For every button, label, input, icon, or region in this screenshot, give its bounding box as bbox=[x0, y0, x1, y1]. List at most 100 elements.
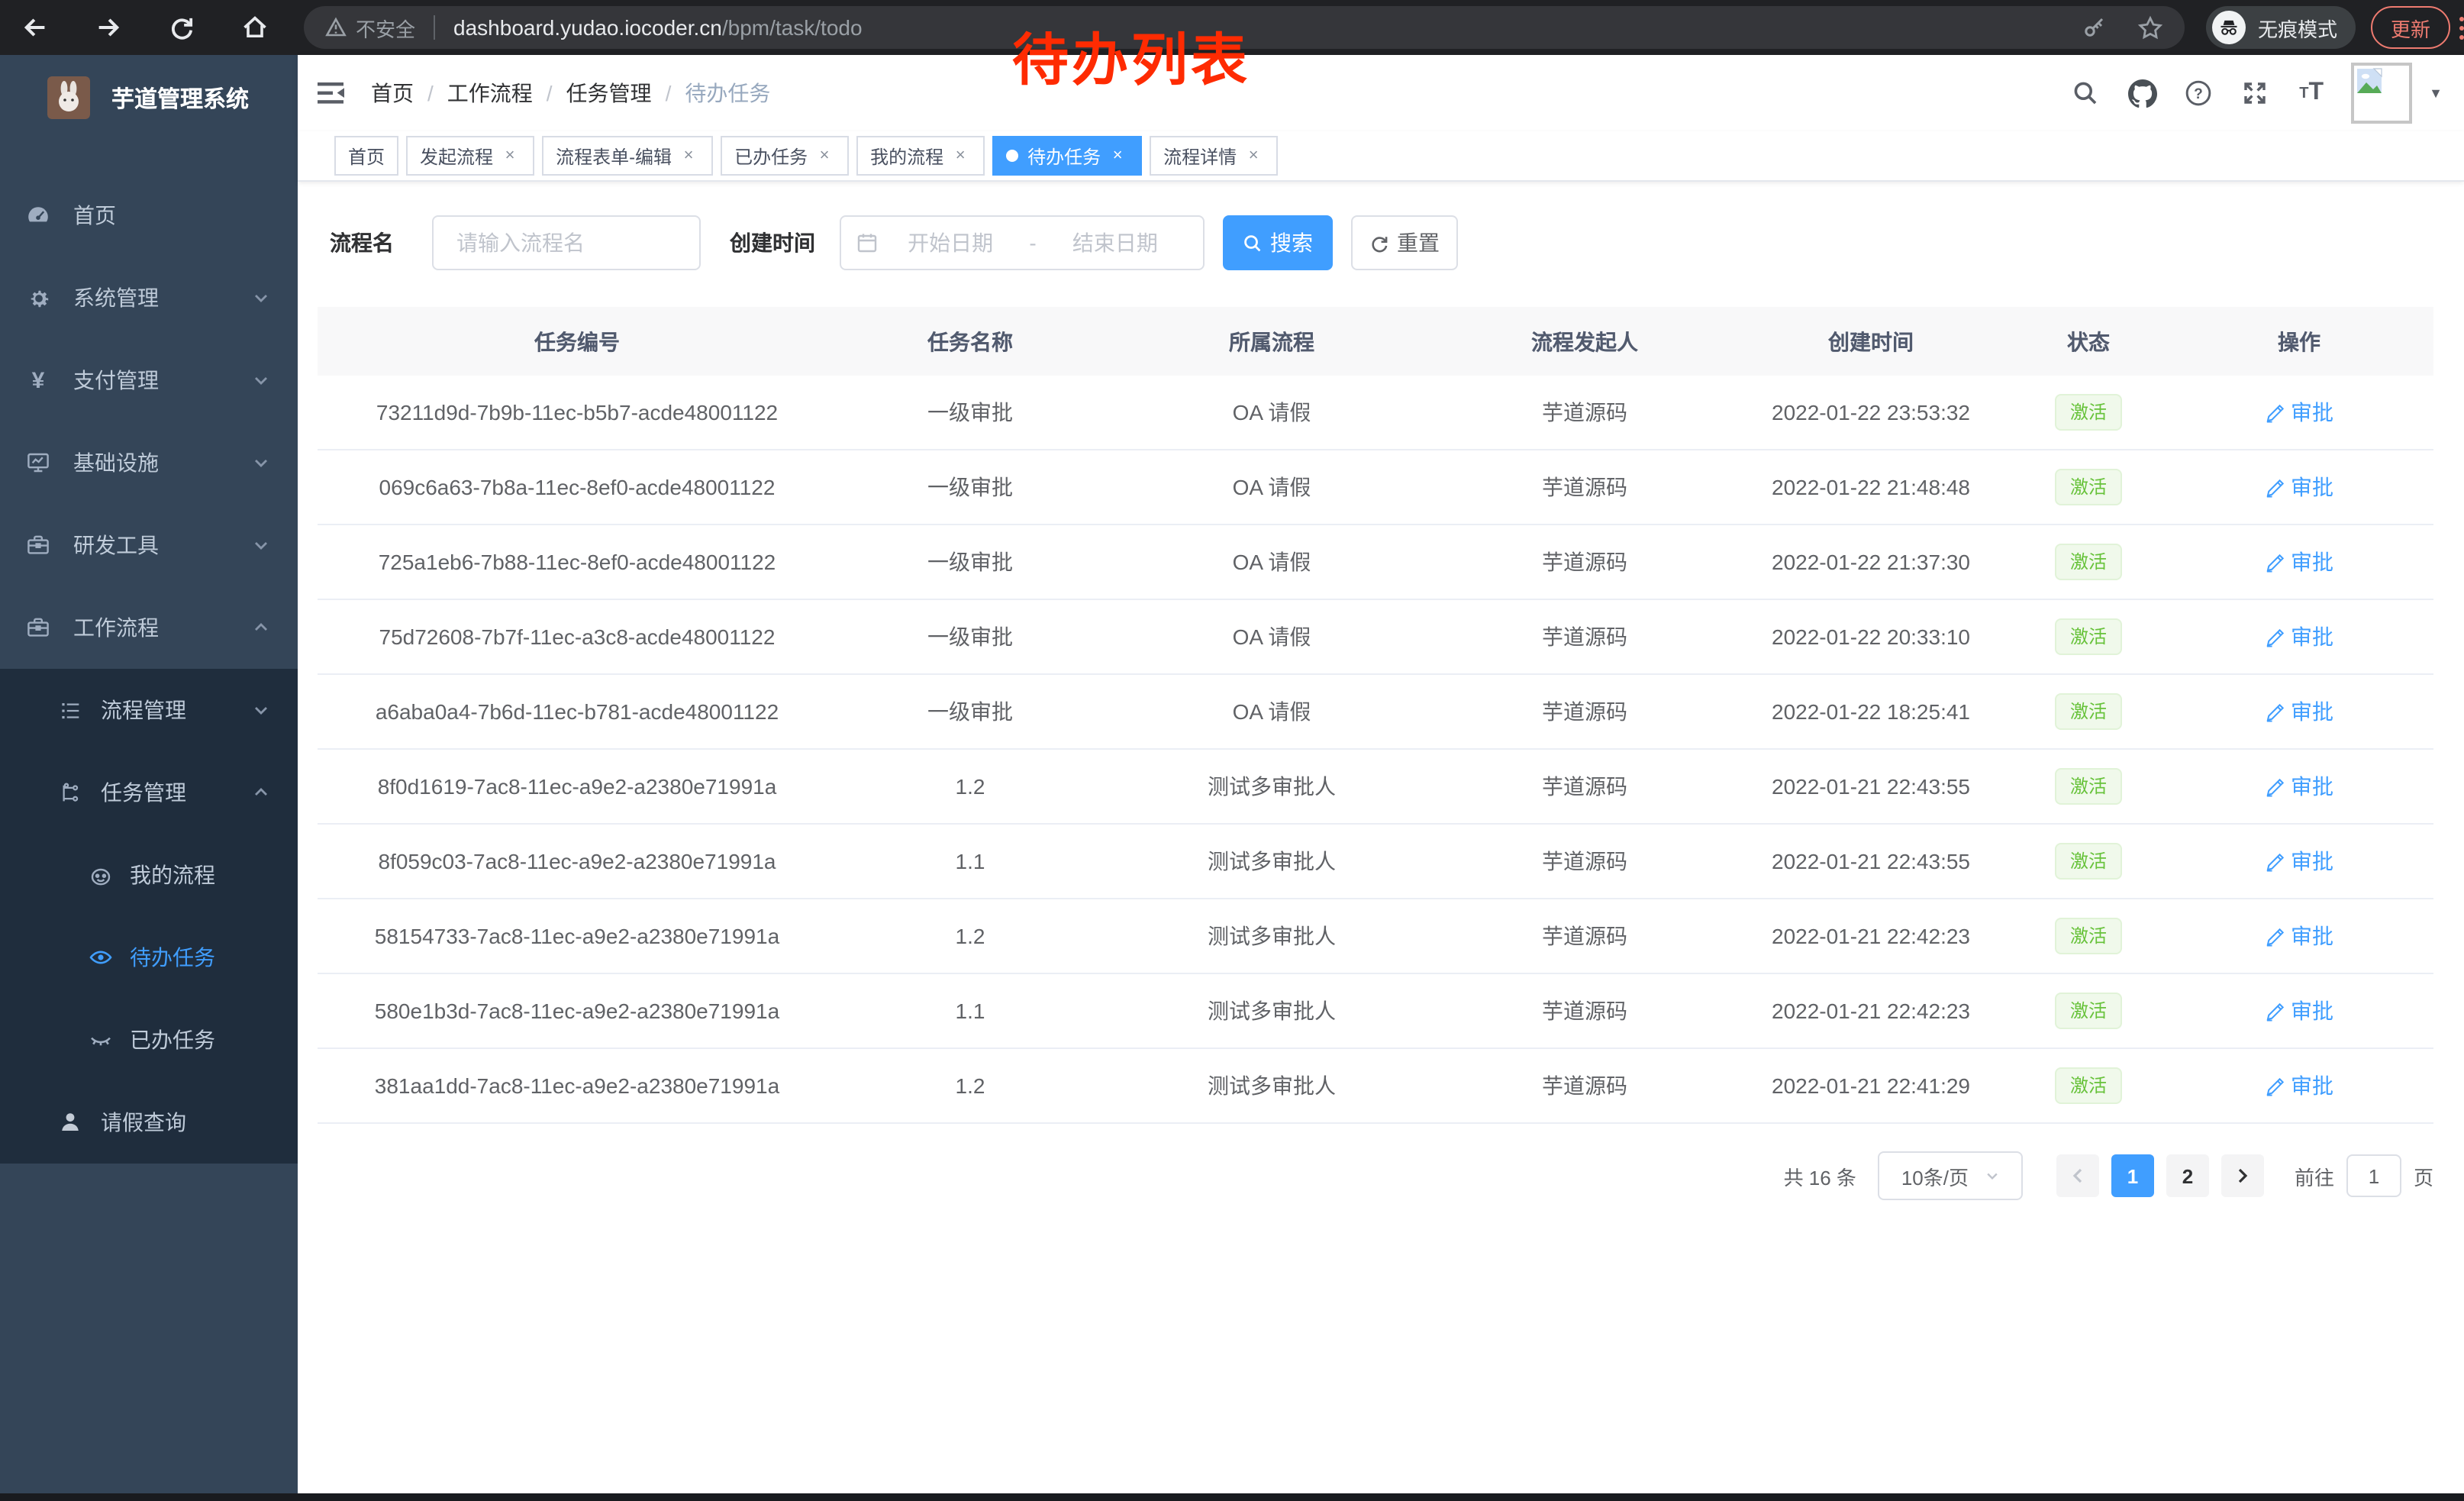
breadcrumb-task-mgmt[interactable]: 任务管理 bbox=[566, 78, 652, 108]
task-id-cell: 725a1eb6-7b88-11ec-8ef0-acde48001122 bbox=[318, 525, 837, 599]
chevron-down-icon bbox=[252, 371, 270, 389]
close-icon[interactable]: × bbox=[950, 145, 971, 166]
search-button[interactable]: 搜索 bbox=[1223, 215, 1333, 270]
sidebar-item-workflow[interactable]: 工作流程 bbox=[0, 586, 298, 669]
approve-link[interactable]: 审批 bbox=[2265, 1070, 2333, 1101]
page-size-select[interactable]: 10条/页 bbox=[1878, 1151, 2023, 1200]
avatar[interactable] bbox=[2351, 63, 2412, 124]
fullscreen-icon[interactable] bbox=[2238, 76, 2272, 110]
page-1-button[interactable]: 1 bbox=[2111, 1154, 2154, 1197]
breadcrumb-current: 待办任务 bbox=[685, 78, 770, 108]
chevron-up-icon bbox=[252, 783, 270, 802]
sidebar-item-label: 研发工具 bbox=[73, 530, 159, 560]
tag-home[interactable]: 首页 bbox=[334, 136, 398, 176]
not-secure-label[interactable]: 不安全 bbox=[356, 13, 415, 42]
process-name-input[interactable] bbox=[434, 231, 699, 255]
sidebar-item-todo-tasks[interactable]: 待办任务 bbox=[0, 916, 298, 999]
sidebar-item-my-process[interactable]: 我的流程 bbox=[0, 834, 298, 916]
task-id-cell: 73211d9d-7b9b-11ec-b5b7-acde48001122 bbox=[318, 376, 837, 450]
status-badge: 激活 bbox=[2055, 469, 2122, 505]
table-row: 58154733-7ac8-11ec-a9e2-a2380e71991a 1.2… bbox=[318, 899, 2433, 973]
table-row: 381aa1dd-7ac8-11ec-a9e2-a2380e71991a 1.2… bbox=[318, 1048, 2433, 1123]
search-icon[interactable] bbox=[2069, 76, 2102, 110]
table-row: 725a1eb6-7b88-11ec-8ef0-acde48001122 一级审… bbox=[318, 525, 2433, 599]
chevron-up-icon bbox=[252, 618, 270, 637]
task-id-cell: 58154733-7ac8-11ec-a9e2-a2380e71991a bbox=[318, 899, 837, 973]
date-range-picker[interactable]: 开始日期 - 结束日期 bbox=[840, 215, 1205, 270]
col-action: 操作 bbox=[2165, 307, 2433, 376]
approve-link[interactable]: 审批 bbox=[2265, 996, 2333, 1026]
breadcrumb-workflow[interactable]: 工作流程 bbox=[447, 78, 533, 108]
col-status: 状态 bbox=[2012, 307, 2165, 376]
dashboard-icon bbox=[26, 203, 50, 228]
reset-button[interactable]: 重置 bbox=[1351, 215, 1458, 270]
home-icon[interactable] bbox=[240, 12, 270, 43]
breadcrumb-home[interactable]: 首页 bbox=[371, 78, 414, 108]
avatar-caret-icon[interactable]: ▼ bbox=[2429, 86, 2443, 101]
incognito-badge: 无痕模式 bbox=[2206, 6, 2356, 49]
github-icon[interactable] bbox=[2125, 76, 2159, 110]
sidebar-item-payment[interactable]: ¥ 支付管理 bbox=[0, 339, 298, 421]
approve-link[interactable]: 审批 bbox=[2265, 696, 2333, 727]
sidebar-item-leave-query[interactable]: 请假查询 bbox=[0, 1081, 298, 1164]
help-icon[interactable]: ? bbox=[2182, 76, 2215, 110]
briefcase-icon bbox=[26, 615, 50, 640]
tag-done-tasks[interactable]: 已办任务× bbox=[721, 136, 849, 176]
back-icon[interactable] bbox=[20, 12, 50, 43]
sidebar-item-label: 工作流程 bbox=[73, 612, 159, 643]
end-date-placeholder[interactable]: 结束日期 bbox=[1043, 228, 1188, 258]
monitor-icon bbox=[26, 450, 50, 475]
close-icon[interactable]: × bbox=[1243, 145, 1264, 166]
sidebar-item-process-mgmt[interactable]: 流程管理 bbox=[0, 669, 298, 751]
sidebar-item-home[interactable]: 首页 bbox=[0, 174, 298, 257]
goto-page-input[interactable] bbox=[2346, 1154, 2401, 1197]
approve-link[interactable]: 审批 bbox=[2265, 472, 2333, 502]
incognito-icon bbox=[2212, 11, 2246, 44]
bookmark-star-icon[interactable] bbox=[2137, 15, 2163, 40]
sidebar-item-task-mgmt[interactable]: 任务管理 bbox=[0, 751, 298, 834]
task-table: 任务编号 任务名称 所属流程 流程发起人 创建时间 状态 操作 73211d9d… bbox=[318, 307, 2433, 1124]
sidebar-item-label: 支付管理 bbox=[73, 365, 159, 395]
reload-icon[interactable] bbox=[166, 12, 197, 43]
close-icon[interactable]: × bbox=[814, 145, 835, 166]
not-secure-icon[interactable] bbox=[325, 17, 347, 38]
url-text[interactable]: dashboard.yudao.iocoder.cn/bpm/task/todo bbox=[453, 15, 863, 40]
hamburger-icon[interactable] bbox=[316, 78, 347, 108]
app-logo[interactable]: 芋道管理系统 bbox=[0, 55, 298, 140]
approve-link[interactable]: 审批 bbox=[2265, 547, 2333, 577]
approve-link[interactable]: 审批 bbox=[2265, 621, 2333, 652]
forward-icon[interactable] bbox=[93, 12, 124, 43]
approve-link[interactable]: 审批 bbox=[2265, 921, 2333, 951]
update-button[interactable]: 更新 bbox=[2371, 6, 2450, 49]
sidebar-item-infra[interactable]: 基础设施 bbox=[0, 421, 298, 504]
approve-link[interactable]: 审批 bbox=[2265, 846, 2333, 876]
sidebar-item-label: 任务管理 bbox=[101, 777, 186, 808]
approve-link[interactable]: 审批 bbox=[2265, 771, 2333, 802]
close-icon[interactable]: × bbox=[499, 145, 521, 166]
page-2-button[interactable]: 2 bbox=[2166, 1154, 2209, 1197]
close-icon[interactable]: × bbox=[1107, 145, 1128, 166]
top-navbar: 首页 / 工作流程 / 任务管理 / 待办任务 ? bbox=[298, 55, 2464, 131]
tag-my-process[interactable]: 我的流程× bbox=[856, 136, 985, 176]
chevron-down-icon bbox=[252, 701, 270, 719]
start-date-placeholder[interactable]: 开始日期 bbox=[878, 228, 1023, 258]
table-row: 8f059c03-7ac8-11ec-a9e2-a2380e71991a 1.1… bbox=[318, 824, 2433, 899]
tag-todo-tasks[interactable]: 待办任务× bbox=[992, 136, 1142, 176]
prev-page-button[interactable] bbox=[2056, 1154, 2099, 1197]
next-page-button[interactable] bbox=[2221, 1154, 2264, 1197]
chevron-down-icon bbox=[252, 454, 270, 472]
password-key-icon[interactable] bbox=[2082, 15, 2107, 40]
tag-process-detail[interactable]: 流程详情× bbox=[1150, 136, 1278, 176]
tag-process-form-edit[interactable]: 流程表单-编辑× bbox=[542, 136, 713, 176]
sidebar-item-done-tasks[interactable]: 已办任务 bbox=[0, 999, 298, 1081]
close-icon[interactable]: × bbox=[678, 145, 699, 166]
approve-link[interactable]: 审批 bbox=[2265, 397, 2333, 428]
sidebar-item-system[interactable]: 系统管理 bbox=[0, 257, 298, 339]
font-size-icon[interactable]: TT bbox=[2295, 76, 2328, 110]
total-count: 共 16 条 bbox=[1784, 1161, 1856, 1190]
status-badge: 激活 bbox=[2055, 394, 2122, 431]
tag-start-process[interactable]: 发起流程× bbox=[406, 136, 534, 176]
sidebar-item-devtools[interactable]: 研发工具 bbox=[0, 504, 298, 586]
browser-menu-icon[interactable] bbox=[2459, 16, 2464, 39]
task-id-cell: 580e1b3d-7ac8-11ec-a9e2-a2380e71991a bbox=[318, 973, 837, 1048]
